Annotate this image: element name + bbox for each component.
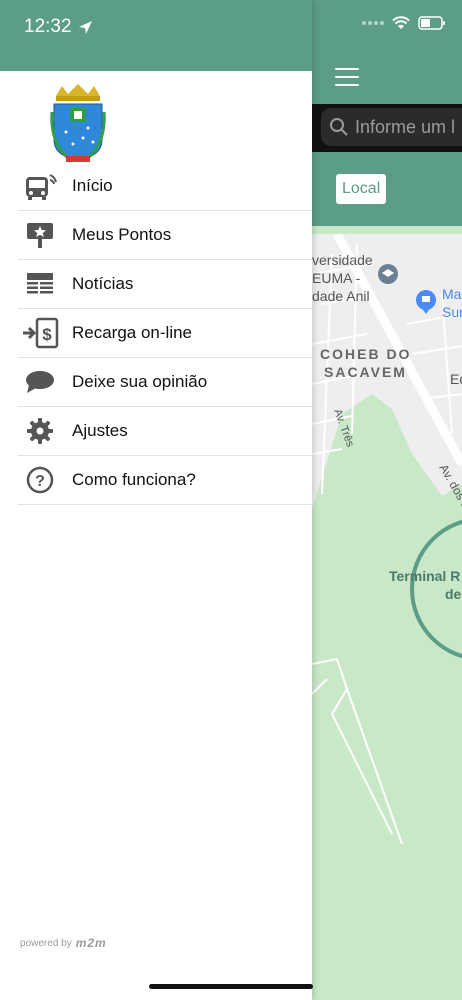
news-icon: [18, 268, 62, 300]
hamburger-menu-icon[interactable]: [335, 68, 359, 86]
help-icon: ?: [18, 464, 62, 496]
map-label: Ma: [442, 286, 462, 302]
bus-icon: [18, 170, 62, 202]
svg-text:$: $: [42, 325, 52, 344]
menu-item-label: Recarga on-line: [72, 323, 193, 342]
map-label: versidade: [312, 252, 373, 268]
menu-item-label: Ajustes: [72, 421, 128, 440]
menu-item-noticias[interactable]: Notícias: [18, 260, 312, 309]
menu-item-ajustes[interactable]: Ajustes: [18, 407, 312, 456]
map-label: COHEB DO: [320, 346, 412, 362]
menu-item-label: Como funciona?: [72, 470, 196, 489]
map-label: Sur: [442, 304, 462, 320]
search-placeholder: Informe um l: [355, 116, 456, 137]
menu-item-label: Deixe sua opinião: [72, 372, 208, 391]
status-time: 12:32: [24, 16, 93, 38]
navigation-drawer: 12:32 Início Meus Pontos Notícias $ Reca…: [0, 0, 312, 1000]
map-label: SACAVEM: [324, 364, 407, 380]
menu-item-meus-pontos[interactable]: Meus Pontos: [18, 211, 312, 260]
menu-item-opiniao[interactable]: Deixe sua opinião: [18, 358, 312, 407]
map-label: de: [445, 586, 462, 602]
home-indicator[interactable]: [149, 984, 313, 989]
city-crest-logo: [50, 84, 106, 162]
status-icons: [362, 16, 446, 30]
menu-item-inicio[interactable]: Início: [18, 162, 312, 211]
chat-bubble-icon: [18, 366, 62, 398]
map-view[interactable]: versidade EUMA - dade Anil Ma Sur COHEB …: [312, 231, 462, 1000]
menu-item-label: Meus Pontos: [72, 225, 172, 244]
background-app: Informe um l Local versidade EUMA - dade…: [312, 0, 462, 1000]
tab-bar: Local: [312, 152, 462, 226]
powered-by-text: powered by: [20, 937, 72, 949]
clock-text: 12:32: [24, 16, 72, 37]
menu-item-como-funciona[interactable]: ? Como funciona?: [18, 456, 312, 505]
bus-stop-icon: [18, 219, 62, 251]
map-label: dade Anil: [312, 288, 370, 304]
signal-icon: [362, 21, 384, 25]
menu-item-label: Início: [72, 176, 113, 195]
m2m-logo: m2m: [75, 936, 107, 950]
search-bar: Informe um l: [312, 104, 462, 152]
powered-by: powered by m2m: [20, 936, 107, 950]
drawer-menu: Início Meus Pontos Notícias $ Recarga on…: [18, 162, 312, 505]
map-label: Ed: [450, 371, 462, 387]
map-label: EUMA -: [312, 270, 361, 286]
local-button[interactable]: Local: [336, 174, 387, 204]
search-input[interactable]: Informe um l: [321, 108, 462, 146]
gear-icon: [18, 415, 62, 447]
svg-text:?: ?: [35, 473, 45, 490]
search-icon: [330, 118, 348, 136]
recharge-icon: $: [18, 317, 62, 349]
battery-icon: [418, 16, 445, 30]
wifi-icon: [392, 16, 410, 29]
location-arrow-icon: [78, 20, 92, 34]
menu-item-recarga[interactable]: $ Recarga on-line: [18, 309, 312, 358]
menu-item-label: Notícias: [72, 274, 134, 293]
app-header: [312, 0, 462, 104]
drawer-header: 12:32: [0, 0, 312, 71]
map-label: Terminal R: [389, 568, 461, 584]
